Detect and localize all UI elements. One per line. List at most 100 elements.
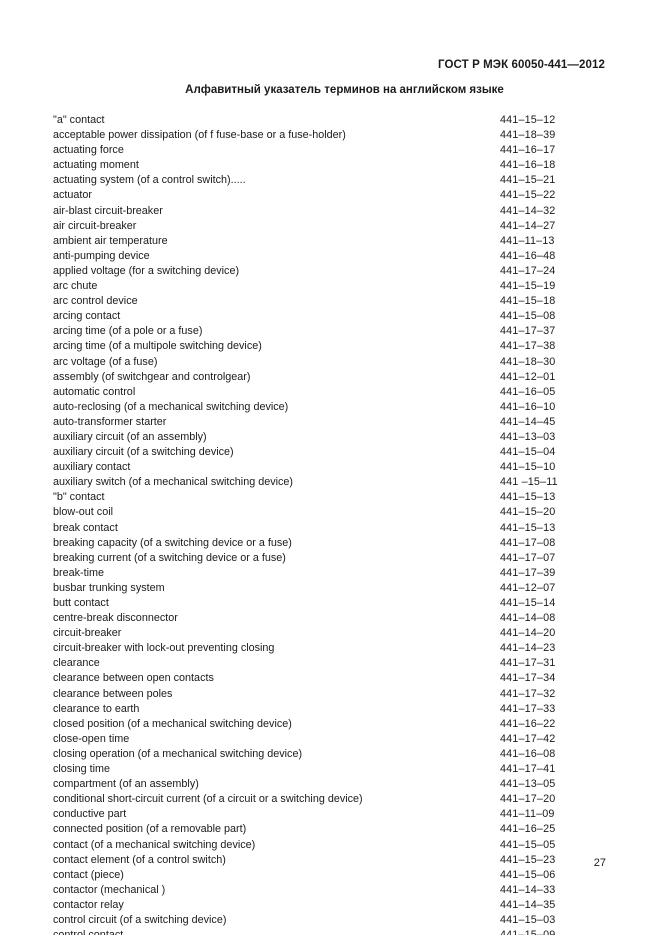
index-entry: conductive part 441–11–09 (53, 807, 611, 822)
index-entry-reference: 441–15–22 (500, 189, 556, 202)
index-entry-term: circuit-breaker (53, 627, 122, 640)
index-entry: contact (of a mechanical switching devic… (53, 838, 611, 853)
index-entry-term: arc control device (53, 295, 138, 308)
index-entry-term: automatic control (53, 385, 136, 398)
index-entry-reference: 441–11–13 (500, 234, 555, 247)
index-entry-term: arcing contact (53, 310, 121, 323)
page-number: 27 (593, 857, 606, 869)
index-entry: actuating system (of a control switch)..… (53, 173, 611, 188)
index-entry-reference: 441–16–48 (500, 249, 556, 262)
index-entry-term: arc voltage (of a fuse) (53, 355, 158, 368)
index-entry: air circuit-breaker 441–14–27 (53, 219, 611, 234)
index-entry: air-blast circuit-breaker 441–14–32 (53, 204, 611, 219)
index-entry-reference: 441–17–32 (500, 687, 556, 700)
index-entry: acceptable power dissipation (of f fuse-… (53, 128, 611, 143)
index-entry-reference: 441–17–33 (500, 702, 556, 715)
index-entry-reference: 441–17–39 (500, 566, 556, 579)
index-entry-term: contactor relay (53, 898, 124, 911)
index-entry: auxiliary switch (of a mechanical switch… (53, 475, 611, 490)
index-entry-reference: 441–15–18 (500, 295, 556, 308)
index-entry-reference: 441–15–19 (500, 280, 556, 293)
index-entry: auxiliary circuit (of a switching device… (53, 445, 611, 460)
index-entry-reference: 441–17–34 (500, 672, 556, 685)
index-entry-term: clearance between poles (53, 687, 173, 700)
index-entry: "a" contact 441–15–12 (53, 113, 611, 128)
index-entry-reference: 441–15–20 (500, 506, 556, 519)
index-entry-term: "a" contact (53, 114, 105, 126)
index-entry-reference: 441–13–03 (500, 430, 556, 443)
index-entry-term: clearance (53, 657, 100, 670)
index-entry-reference: 441–14–08 (500, 612, 556, 625)
index-entry: breaking capacity (of a switching device… (53, 536, 611, 551)
index-entry-reference: 441–17–08 (500, 536, 556, 549)
index-entry: contactor relay 441–14–35 (53, 898, 611, 913)
index-entry-reference: 441–18–30 (500, 355, 556, 368)
index-entry-term: contactor (mechanical ) (53, 883, 166, 896)
index-entry: closed position (of a mechanical switchi… (53, 717, 611, 732)
index-entry-reference: 441–15–04 (500, 446, 556, 459)
index-entry-term: butt contact (53, 597, 109, 609)
index-entry-term: arcing time (of a pole or a fuse) (53, 325, 203, 338)
index-entry-term: actuator (53, 189, 93, 202)
index-entry: busbar trunking system 441–12–07 (53, 581, 611, 596)
index-entry-reference: 441–14–35 (500, 898, 556, 911)
index-entry: break-time 441–17–39 (53, 566, 611, 581)
index-entry-term: auxiliary circuit (of a switching device… (53, 446, 234, 459)
index-entry: contactor (mechanical ) 441–14–33 (53, 883, 611, 898)
index-entry: "b" contact 441–15–13 (53, 490, 611, 505)
index-entry-reference: 441–14–33 (500, 883, 556, 896)
document-page: ГОСТ Р МЭК 60050-441—2012 Алфавитный ука… (0, 0, 661, 935)
index-entry-reference: 441–18–39 (500, 129, 556, 142)
index-entry-reference: 441–15–13 (500, 491, 556, 504)
index-entry-reference: 441–14–27 (500, 219, 556, 232)
index-entry-reference: 441–12–07 (500, 581, 556, 594)
index-entry-term: break contact (53, 521, 118, 534)
index-entry-term: auxiliary switch (of a mechanical switch… (53, 476, 294, 489)
index-entry-reference: 441–15–03 (500, 913, 556, 926)
index-entry-term: arc chute (53, 280, 98, 293)
index-entry: ambient air temperature 441–11–13 (53, 234, 611, 249)
index-entry-term: contact (of a mechanical switching devic… (53, 838, 256, 851)
index-entry: connected position (of a removable part)… (53, 822, 611, 837)
index-entry-term: connected position (of a removable part) (53, 823, 247, 836)
index-entry-term: circuit-breaker with lock-out preventing… (53, 642, 275, 655)
index-entry-reference: 441–14–45 (500, 415, 556, 428)
index-entry-term: "b" contact (53, 491, 105, 504)
index-entry-term: applied voltage (for a switching device) (53, 264, 240, 277)
index-entry-reference: 441–17–31 (500, 657, 556, 670)
index-entry: circuit-breaker 441–14–20 (53, 626, 611, 641)
page-title: Алфавитный указатель терминов на английс… (185, 84, 504, 96)
index-entry-term: control contact (53, 928, 123, 935)
index-entry: control contact 441–15–09 (53, 928, 611, 935)
index-entry-reference: 441–15–13 (500, 521, 556, 534)
index-entry-reference: 441–15–14 (500, 597, 556, 609)
index-entry-term: compartment (of an assembly) (53, 778, 199, 791)
index-entry: assembly (of switchgear and controlgear)… (53, 370, 611, 385)
index-entry-reference: 441–15–08 (500, 310, 556, 323)
index-entry: anti-pumping device 441–16–48 (53, 249, 611, 264)
index-entry-term: auxiliary contact (53, 461, 131, 474)
index-entry-reference: 441–15–21 (500, 174, 556, 187)
index-entry-reference: 441–16–08 (500, 747, 556, 760)
index-entry: compartment (of an assembly) 441–13–05 (53, 777, 611, 792)
index-entry-term: arcing time (of a multipole switching de… (53, 340, 262, 353)
index-entry: arc control device 441–15–18 (53, 294, 611, 309)
index-entry-term: auto-reclosing (of a mechanical switchin… (53, 400, 289, 413)
index-entry-reference: 441–14–20 (500, 627, 556, 640)
index-entry-term: breaking current (of a switching device … (53, 551, 286, 564)
index-entry-reference: 441–16–25 (500, 823, 556, 836)
index-entry: closing time 441–17–41 (53, 762, 611, 777)
index-entry: clearance 441–17–31 (53, 656, 611, 671)
index-entry-reference: 441–14–23 (500, 642, 556, 655)
index-entry-term: break-time (53, 566, 105, 579)
index-entry-term: control circuit (of a switching device) (53, 913, 227, 926)
index-entry-term: closing time (53, 763, 111, 776)
index-entry-term: centre-break disconnector (53, 612, 178, 625)
index-entry-reference: 441–15–12 (500, 114, 556, 126)
index-entry-term: actuating force (53, 144, 124, 157)
index-entry-term: ambient air temperature (53, 234, 168, 247)
index-entry: auto-reclosing (of a mechanical switchin… (53, 400, 611, 415)
index-entry-term: closed position (of a mechanical switchi… (53, 717, 292, 730)
index-entry-term: auxiliary circuit (of an assembly) (53, 430, 207, 443)
index-entry-reference: 441–17–24 (500, 264, 556, 277)
